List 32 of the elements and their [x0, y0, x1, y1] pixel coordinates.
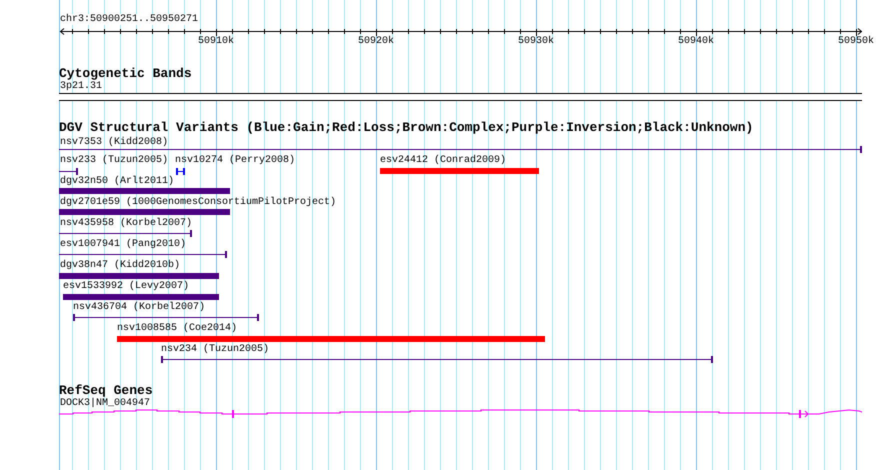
gene-label: DOCK3|NM_004947: [60, 398, 150, 409]
variant-label: esv1007941 (Pang2010): [60, 239, 186, 250]
tick-label: 50940k: [676, 36, 715, 47]
location-label: chr3:50900251..50950271: [60, 14, 198, 25]
variant-label: dgv32n50 (Arlt2011): [60, 176, 174, 187]
variant-label: esv24412 (Conrad2009): [380, 155, 506, 166]
variant-label: nsv435958 (Korbel2007): [60, 218, 192, 229]
variant-line[interactable]: [73, 314, 259, 321]
variant-line[interactable]: [161, 356, 713, 363]
track-title: RefSeq Genes: [59, 384, 153, 397]
variant-line[interactable]: [59, 168, 78, 175]
tick-label: 50920k: [356, 36, 395, 47]
variant-label: nsv7353 (Kidd2008): [60, 137, 168, 148]
tick-label: 50950k: [836, 36, 875, 47]
track-title: Cytogenetic Bands: [59, 67, 192, 80]
variant-line[interactable]: [176, 168, 185, 175]
variant-label: esv1533992 (Levy2007): [63, 281, 190, 292]
tick-label: 50910k: [196, 36, 235, 47]
variant-line[interactable]: [59, 230, 192, 237]
variant-label: nsv234 (Tuzun2005): [161, 344, 270, 355]
variant-line[interactable]: [59, 146, 862, 153]
variant-label: nsv233 (Tuzun2005): [60, 155, 168, 166]
band-label: 3p21.31: [60, 81, 102, 92]
track-title: DGV Structural Variants (Blue:Gain;Red:Loss;Brown:Complex;Purple:Inversion;Black:Unknown): [59, 121, 754, 134]
variant-label: nsv436704 (Korbel2007): [73, 302, 206, 313]
variant-label: nsv10274 (Perry2008): [175, 155, 296, 166]
variant-label: dgv38n47 (Kidd2010b): [60, 260, 180, 271]
gene-drawing[interactable]: [59, 407, 862, 419]
variant-label: dgv2701e59 (1000GenomesConsortiumPilotProject): [60, 197, 336, 208]
variant-label: nsv1008585 (Coe2014): [117, 323, 238, 334]
tick-label: 50930k: [516, 36, 555, 47]
variant-line[interactable]: [59, 251, 227, 258]
